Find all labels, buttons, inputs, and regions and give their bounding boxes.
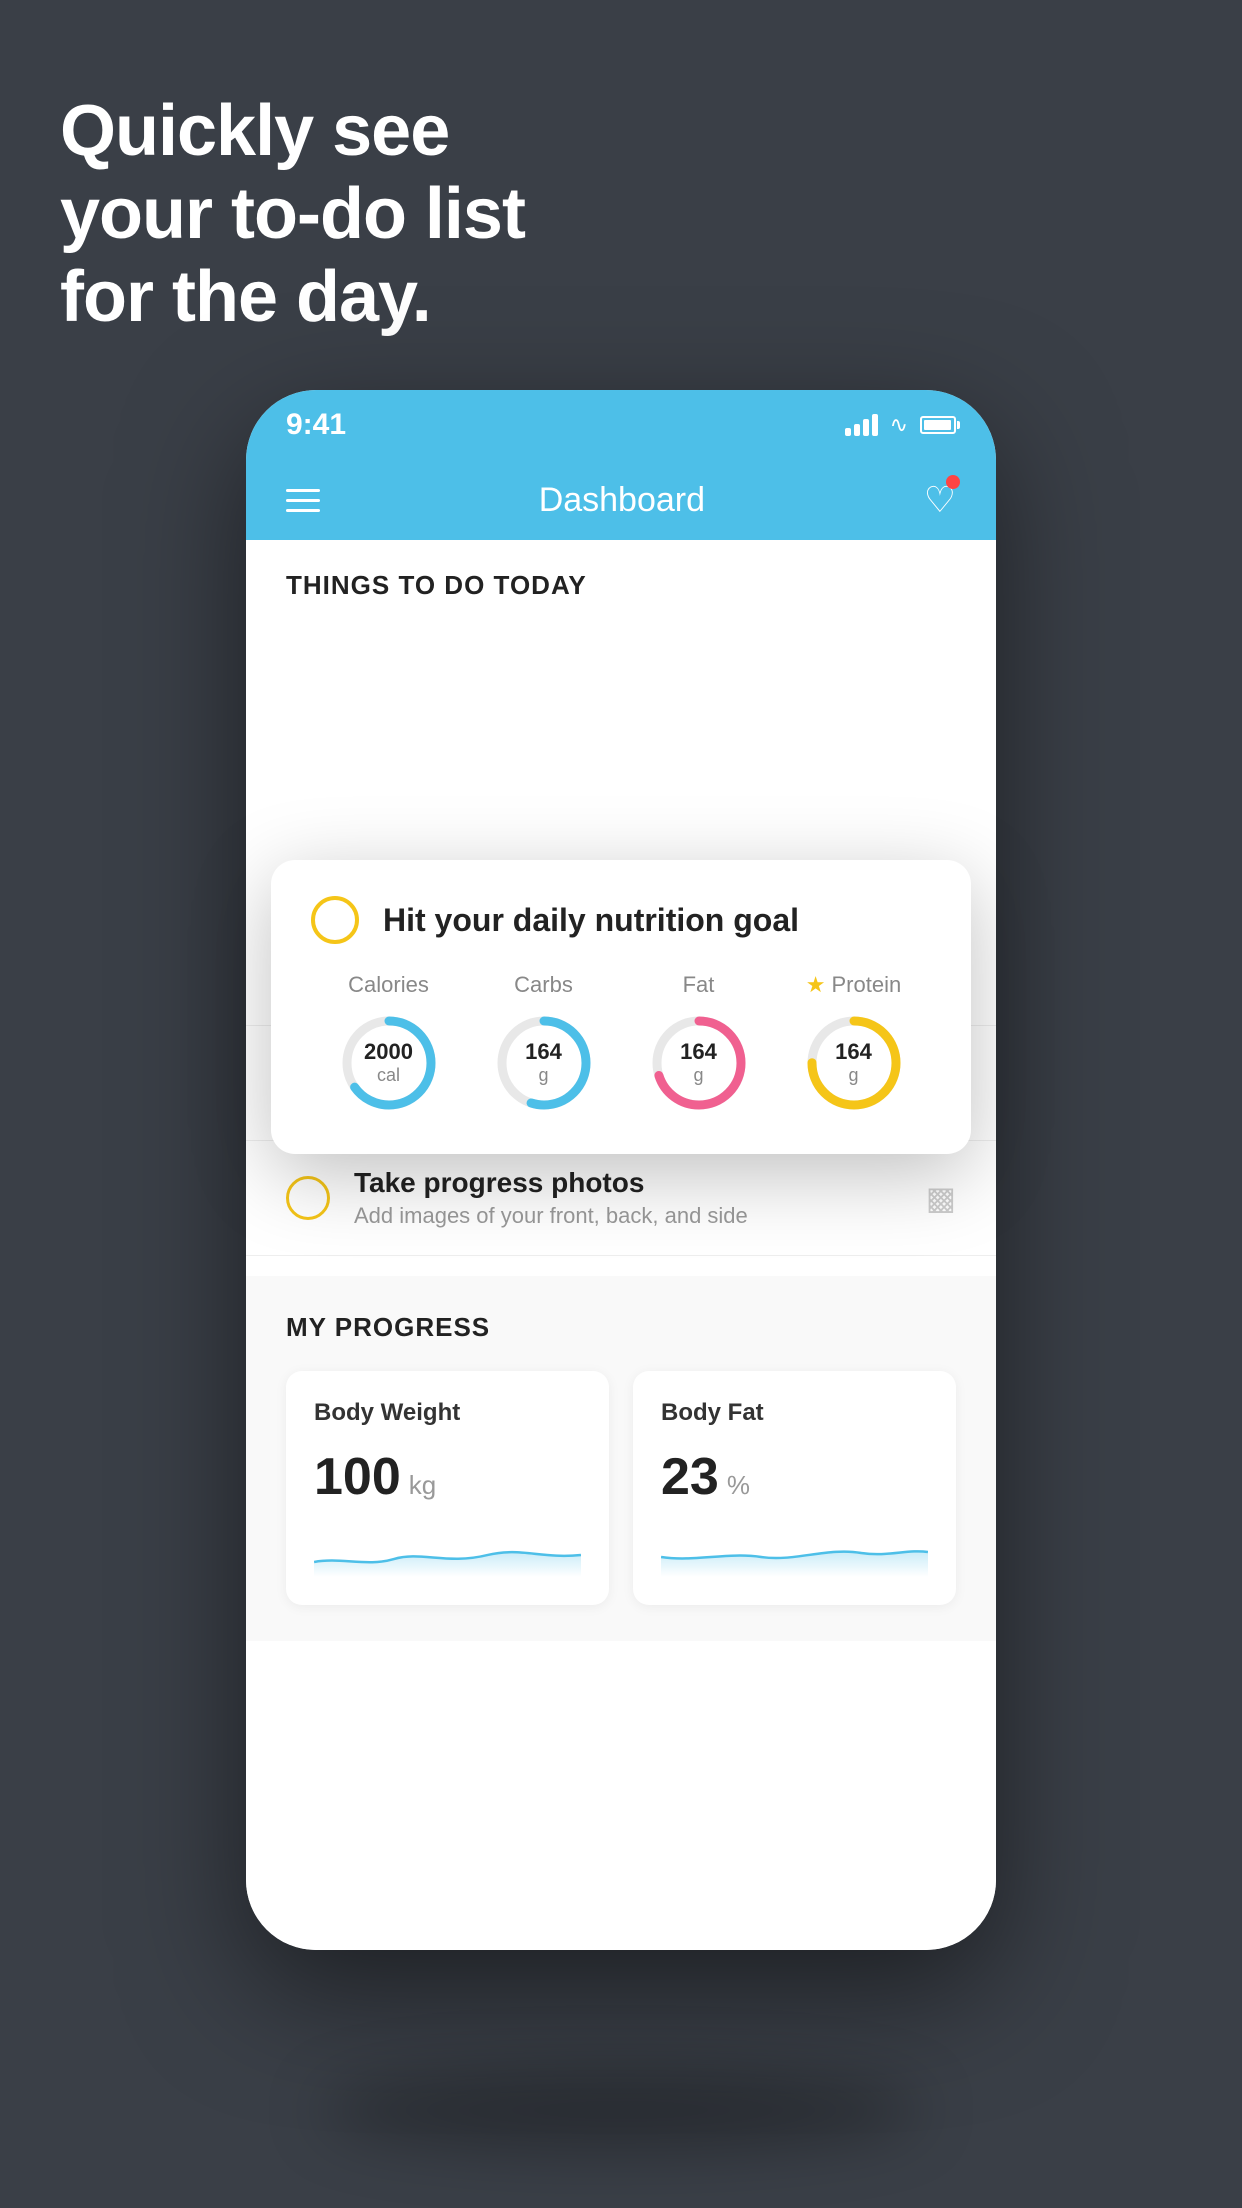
headline-line3: for the day.	[60, 256, 525, 339]
progress-card-bodyfat-value: 23 %	[661, 1447, 928, 1507]
fat-label: Fat	[683, 972, 715, 998]
notifications-button[interactable]: ♡	[924, 479, 956, 521]
todo-title-photos: Take progress photos	[354, 1167, 902, 1199]
battery-icon	[920, 416, 956, 434]
phone-wrapper: 9:41 ∿ Dashboard ♡ THI	[246, 390, 996, 2070]
todo-item-photos[interactable]: Take progress photos Add images of your …	[246, 1141, 996, 1256]
star-icon: ★	[806, 972, 826, 998]
phone-content: THINGS TO DO TODAY Running Track your st…	[246, 540, 996, 1950]
progress-card-weight-value: 100 kg	[314, 1447, 581, 1507]
todo-circle-photos	[286, 1176, 330, 1220]
bodyfat-number: 23	[661, 1447, 719, 1507]
progress-card-bodyfat[interactable]: Body Fat 23 %	[633, 1371, 956, 1605]
weight-chart	[314, 1527, 581, 1577]
protein-value: 164	[835, 1039, 872, 1065]
weight-number: 100	[314, 1447, 401, 1507]
nav-title: Dashboard	[539, 481, 705, 520]
card-title-row: Hit your daily nutrition goal	[311, 896, 931, 944]
bodyfat-chart	[661, 1527, 928, 1577]
calories-donut: 2000 cal	[334, 1008, 444, 1118]
carbs-center: 164 g	[525, 1039, 562, 1087]
headline-line2: your to-do list	[60, 173, 525, 256]
calories-center: 2000 cal	[364, 1039, 413, 1087]
progress-title: MY PROGRESS	[286, 1312, 956, 1343]
protein-unit: g	[835, 1065, 872, 1087]
bodyfat-unit: %	[727, 1470, 750, 1501]
calories-value: 2000	[364, 1039, 413, 1065]
fat-unit: g	[680, 1065, 717, 1087]
protein-label: Protein	[832, 972, 902, 998]
todo-subtitle-photos: Add images of your front, back, and side	[354, 1203, 902, 1229]
headline-line1: Quickly see	[60, 90, 525, 173]
nutrition-row: Calories 2000 cal Carbs	[311, 972, 931, 1118]
status-icons: ∿	[845, 412, 956, 438]
progress-card-weight[interactable]: Body Weight 100 kg	[286, 1371, 609, 1605]
fat-donut: 164 g	[644, 1008, 754, 1118]
status-bar: 9:41 ∿	[246, 390, 996, 460]
nav-bar: Dashboard ♡	[246, 460, 996, 540]
phone: 9:41 ∿ Dashboard ♡ THI	[246, 390, 996, 1950]
progress-cards: Body Weight 100 kg	[286, 1371, 956, 1605]
progress-section: MY PROGRESS Body Weight 100 kg	[246, 1276, 996, 1641]
weight-unit: kg	[409, 1470, 436, 1501]
hamburger-menu-button[interactable]	[286, 489, 320, 512]
carbs-value: 164	[525, 1039, 562, 1065]
nutrition-protein: ★ Protein 164 g	[799, 972, 909, 1118]
card-title: Hit your daily nutrition goal	[383, 902, 799, 939]
floating-nutrition-card[interactable]: Hit your daily nutrition goal Calories 2…	[271, 860, 971, 1154]
progress-card-weight-title: Body Weight	[314, 1399, 581, 1427]
calories-unit: cal	[364, 1065, 413, 1087]
fat-center: 164 g	[680, 1039, 717, 1087]
calories-label: Calories	[348, 972, 429, 998]
headline: Quickly see your to-do list for the day.	[60, 90, 525, 338]
carbs-donut: 164 g	[489, 1008, 599, 1118]
section-header: THINGS TO DO TODAY	[246, 540, 996, 621]
protein-label-row: ★ Protein	[806, 972, 901, 998]
notification-badge	[946, 475, 960, 489]
status-time: 9:41	[286, 408, 346, 442]
protein-center: 164 g	[835, 1039, 872, 1087]
nutrition-calories: Calories 2000 cal	[334, 972, 444, 1118]
protein-donut: 164 g	[799, 1008, 909, 1118]
fat-value: 164	[680, 1039, 717, 1065]
nutrition-carbs: Carbs 164 g	[489, 972, 599, 1118]
person-icon: ▩	[926, 1179, 956, 1217]
phone-shadow	[321, 2070, 921, 2150]
progress-card-bodyfat-title: Body Fat	[661, 1399, 928, 1427]
wifi-icon: ∿	[890, 412, 908, 438]
nutrition-fat: Fat 164 g	[644, 972, 754, 1118]
carbs-label: Carbs	[514, 972, 573, 998]
carbs-unit: g	[525, 1065, 562, 1087]
signal-bars-icon	[845, 414, 878, 436]
card-check-circle	[311, 896, 359, 944]
todo-text-photos: Take progress photos Add images of your …	[354, 1167, 902, 1229]
